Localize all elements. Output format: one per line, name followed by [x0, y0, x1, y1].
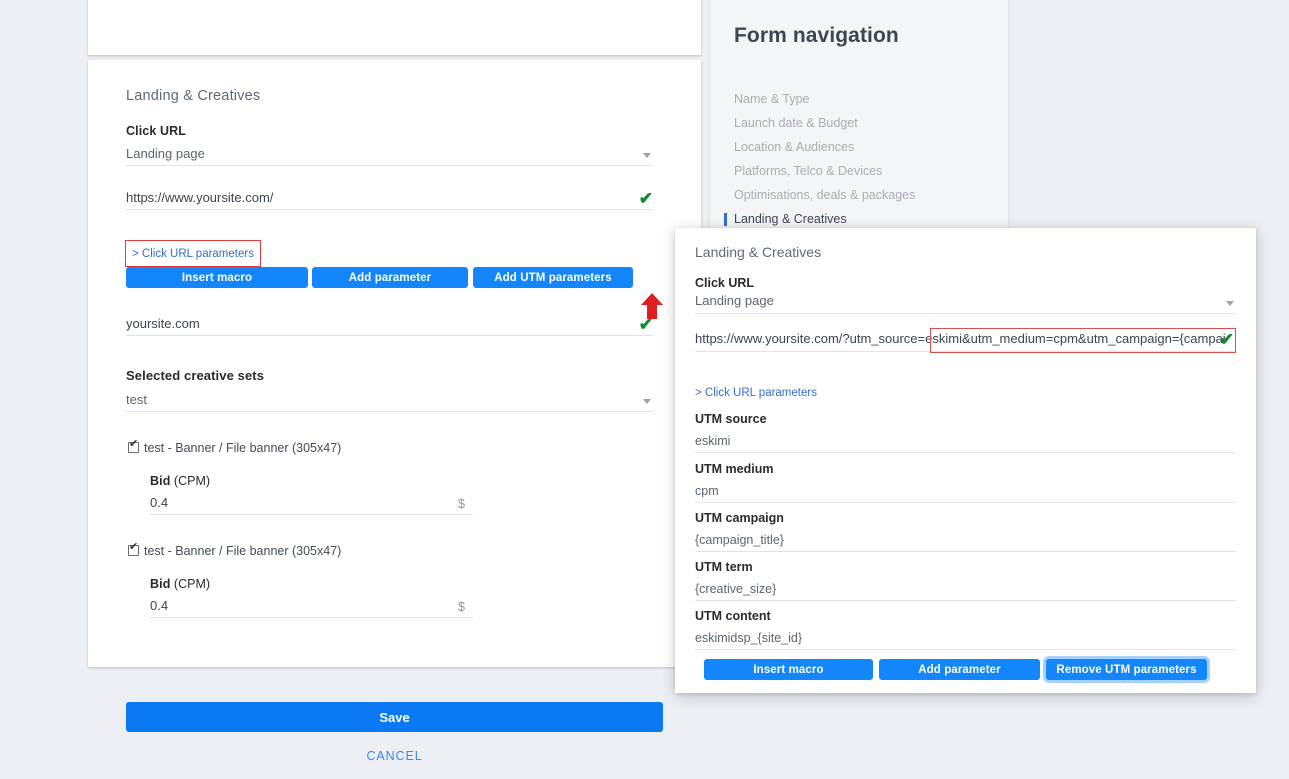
bid-label-suffix: (CPM) [170, 577, 211, 591]
nav-item-launch-date-budget[interactable]: Launch date & Budget [734, 116, 858, 130]
bid-input[interactable]: 0.4 $ [150, 596, 473, 618]
click-url-input[interactable]: https://www.yoursite.com/ ✔ [126, 188, 653, 210]
utm-source-input[interactable]: eskimi [695, 432, 1236, 453]
bid-input[interactable]: 0.4 $ [150, 493, 473, 515]
bid-cpm-label: Bid (CPM) [150, 575, 210, 593]
bid-cpm-label: Bid (CPM) [150, 472, 210, 490]
overlay-landing-page-select-value: Landing page [695, 293, 774, 308]
app-root: Landing & Creatives Click URL Landing pa… [0, 0, 1289, 779]
nav-item-location-audiences[interactable]: Location & Audiences [734, 140, 854, 154]
overlay-click-url-input-value: https://www.yoursite.com/?utm_source=esk… [695, 331, 1225, 346]
overlay-add-parameter-button[interactable]: Add parameter [879, 659, 1040, 680]
overlay-title: Landing & Creatives [695, 244, 822, 260]
landing-creatives-card: Landing & Creatives Click URL Landing pa… [88, 60, 758, 667]
creative-set-row[interactable]: test - Banner / File banner (305x47) [128, 439, 342, 455]
overlay-click-url-parameters-link[interactable]: > Click URL parameters [695, 387, 817, 399]
creative-checkbox[interactable] [128, 542, 139, 556]
creative-set-row[interactable]: test - Banner / File banner (305x47) [128, 542, 342, 558]
currency-symbol: $ [458, 600, 465, 614]
creative-sets-select[interactable]: test [126, 390, 653, 412]
chevron-down-icon [643, 153, 651, 158]
insert-macro-button[interactable]: Insert macro [126, 267, 308, 288]
utm-content-input[interactable]: eskimidsp_{site_id} [695, 629, 1236, 650]
selected-creative-sets-label: Selected creative sets [126, 368, 265, 383]
overlay-landing-page-select[interactable]: Landing page [695, 290, 1236, 314]
form-navigation-title: Form navigation [734, 24, 899, 47]
utm-medium-value: cpm [695, 484, 719, 498]
click-url-input-value: https://www.yoursite.com/ [126, 190, 274, 205]
creative-checkbox[interactable] [128, 439, 139, 453]
red-highlight-box: > Click URL parameters [125, 240, 261, 267]
creative-name: test - Banner / File banner (305x47) [144, 544, 342, 558]
page-title: Landing & Creatives [126, 88, 261, 104]
utm-term-label: UTM term [695, 560, 753, 574]
domain-input[interactable]: yoursite.com ✔ [126, 314, 653, 336]
add-parameter-button[interactable]: Add parameter [312, 267, 468, 288]
utm-term-value: {creative_size} [695, 582, 777, 596]
click-url-label: Click URL [126, 124, 186, 138]
nav-item-optimisations-deals-packages[interactable]: Optimisations, deals & packages [734, 188, 915, 202]
utm-medium-input[interactable]: cpm [695, 482, 1236, 503]
form-navigation-card: Form navigation Name & Type Launch date … [710, 0, 1008, 228]
utm-medium-label: UTM medium [695, 462, 774, 476]
click-url-parameters-annotation: > Click URL parameters [125, 240, 261, 267]
remove-utm-parameters-button[interactable]: Remove UTM parameters [1046, 659, 1207, 680]
utm-source-label: UTM source [695, 412, 767, 426]
utm-content-label: UTM content [695, 609, 771, 623]
landing-page-select[interactable]: Landing page [126, 144, 653, 166]
utm-term-input[interactable]: {creative_size} [695, 580, 1236, 601]
green-check-icon: ✔ [638, 315, 653, 334]
nav-item-landing-creatives[interactable]: Landing & Creatives [724, 212, 847, 226]
domain-input-value: yoursite.com [126, 316, 200, 331]
currency-symbol: $ [458, 497, 465, 511]
utm-campaign-label: UTM campaign [695, 511, 784, 525]
utm-parameters-overlay: Landing & Creatives Click URL Landing pa… [675, 228, 1256, 693]
bid-input-value: 0.4 [150, 598, 169, 613]
nav-item-platforms-telco-devices[interactable]: Platforms, Telco & Devices [734, 164, 882, 178]
bid-input-value: 0.4 [150, 495, 169, 510]
top-card [88, 0, 701, 55]
chevron-down-icon [1226, 301, 1234, 306]
overlay-insert-macro-button[interactable]: Insert macro [704, 659, 873, 680]
green-check-icon: ✔ [638, 189, 653, 208]
bid-label-suffix: (CPM) [170, 474, 211, 488]
bid-label: Bid [150, 577, 171, 591]
nav-item-name-type[interactable]: Name & Type [734, 92, 810, 106]
utm-source-value: eskimi [695, 434, 731, 448]
utm-content-value: eskimidsp_{site_id} [695, 631, 803, 645]
overlay-click-url-input[interactable]: https://www.yoursite.com/?utm_source=esk… [695, 328, 1236, 352]
bid-label: Bid [150, 474, 171, 488]
click-url-parameters-link[interactable]: > Click URL parameters [132, 248, 254, 260]
add-utm-parameters-button[interactable]: Add UTM parameters [473, 267, 633, 288]
utm-campaign-input[interactable]: {campaign_title} [695, 531, 1236, 552]
save-button[interactable]: Save [126, 702, 663, 732]
utm-campaign-value: {campaign_title} [695, 533, 784, 547]
creative-sets-select-value: test [126, 392, 147, 407]
landing-page-select-value: Landing page [126, 146, 205, 161]
overlay-click-url-label: Click URL [695, 276, 755, 290]
creative-name: test - Banner / File banner (305x47) [144, 441, 342, 455]
green-check-icon: ✔ [1219, 330, 1234, 349]
chevron-down-icon [643, 399, 651, 404]
cancel-button[interactable]: CANCEL [126, 748, 663, 764]
